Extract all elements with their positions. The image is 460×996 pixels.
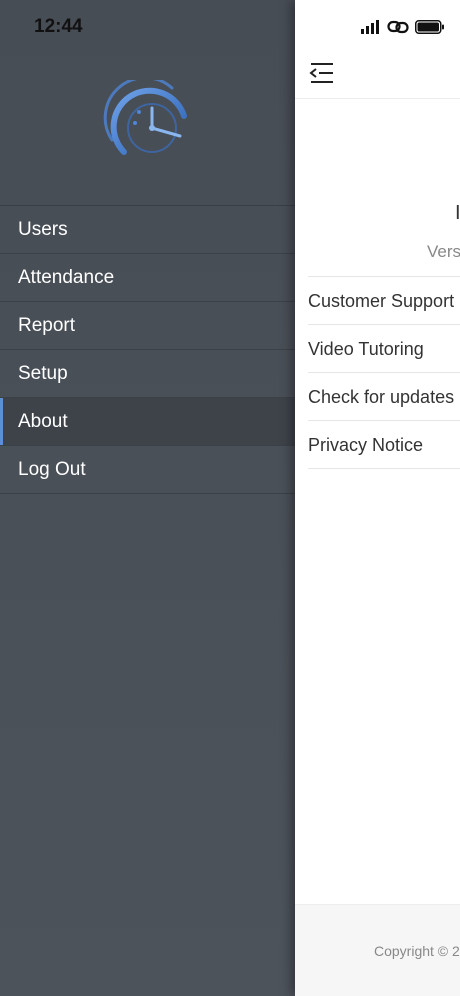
navigation-drawer: 12:44 Users Attendance Report Setup Abou… (0, 0, 295, 996)
menu-item-report[interactable]: Report (0, 302, 295, 350)
version-label: Vers (427, 242, 460, 261)
about-content (295, 99, 460, 904)
copyright-text: Copyright © 2 (374, 943, 460, 959)
signal-icon (361, 20, 379, 34)
clock-gauge-logo (103, 80, 187, 155)
about-panel: I Vers Customer Support Video Tutoring C… (295, 0, 460, 996)
drawer-menu: Users Attendance Report Setup About Log … (0, 205, 295, 494)
about-links: Customer Support Video Tutoring Check fo… (308, 276, 460, 469)
menu-item-users[interactable]: Users (0, 206, 295, 254)
menu-item-attendance[interactable]: Attendance (0, 254, 295, 302)
menu-toggle-icon[interactable] (309, 60, 335, 86)
status-icons (361, 19, 445, 35)
link-icon (387, 20, 409, 34)
app-name: I (455, 202, 460, 224)
video-tutoring-link[interactable]: Video Tutoring (308, 325, 460, 373)
customer-support-link[interactable]: Customer Support (308, 277, 460, 325)
privacy-notice-link[interactable]: Privacy Notice (308, 421, 460, 469)
footer: Copyright © 2 (295, 904, 460, 996)
menu-item-about[interactable]: About (0, 398, 295, 446)
check-updates-link[interactable]: Check for updates (308, 373, 460, 421)
app-screen: 12:44 Users Attendance Report Setup Abou… (0, 0, 460, 996)
navigation-bar (295, 0, 460, 99)
battery-icon (415, 20, 444, 34)
menu-item-setup[interactable]: Setup (0, 350, 295, 398)
menu-item-logout[interactable]: Log Out (0, 446, 295, 494)
status-time: 12:44 (34, 16, 83, 37)
